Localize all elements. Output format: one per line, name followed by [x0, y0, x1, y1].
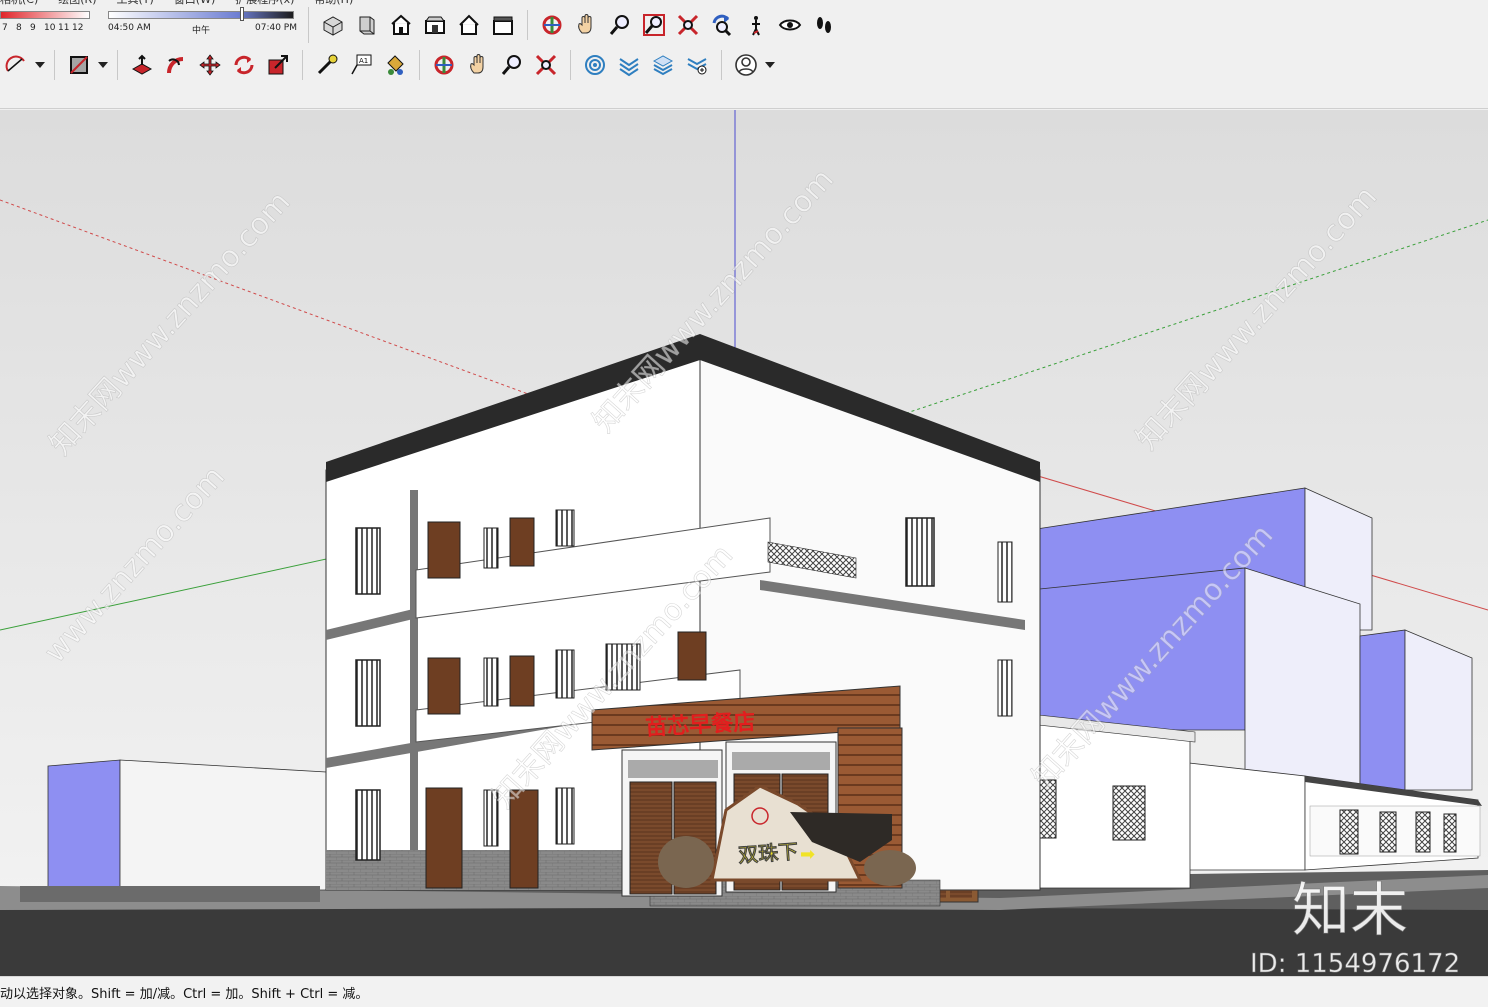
month-tick-label: 10	[44, 23, 56, 33]
iso-view-icon[interactable]	[317, 9, 349, 41]
status-bar: 动以选择对象。Shift = 加/减。Ctrl = 加。Shift + Ctrl…	[0, 976, 1488, 1007]
follow-me-icon[interactable]	[160, 49, 192, 81]
time-slider-thumb[interactable]	[240, 7, 244, 21]
arc-tool-icon[interactable]	[0, 49, 32, 81]
month-slider[interactable]	[0, 11, 90, 19]
rock-sign-arrow-icon: ➡	[800, 844, 815, 865]
top-view-icon[interactable]	[351, 9, 383, 41]
toolbar-separator	[117, 50, 118, 80]
zoom-icon-2[interactable]	[496, 49, 528, 81]
rectangle-dropdown-chevron-icon[interactable]	[97, 49, 109, 81]
left-view-icon[interactable]	[487, 9, 519, 41]
position-camera-icon[interactable]	[740, 9, 772, 41]
zoom-window-icon[interactable]	[638, 9, 670, 41]
move-icon[interactable]	[194, 49, 226, 81]
previous-view-icon[interactable]	[706, 9, 738, 41]
toolbar-separator	[54, 50, 55, 80]
outliner-icon[interactable]	[681, 49, 713, 81]
arc-dropdown-chevron-icon[interactable]	[34, 49, 46, 81]
walk-icon[interactable]	[808, 9, 840, 41]
front-view-icon[interactable]	[385, 9, 417, 41]
user-account-icon[interactable]	[730, 49, 762, 81]
push-pull-icon[interactable]	[126, 49, 158, 81]
month-tick-label: 12	[72, 23, 84, 33]
toolbar-area: 7 8 9 10 11 12 04:50 AM 中午 07:40 PM A1	[0, 5, 1488, 109]
toolbar-separator	[721, 50, 722, 80]
month-tick-label: 8	[16, 23, 22, 33]
section-display-icon[interactable]	[613, 49, 645, 81]
toolbar-separator	[527, 10, 528, 40]
orbit-icon[interactable]	[536, 9, 568, 41]
status-message: 动以选择对象。Shift = 加/减。Ctrl = 加。Shift + Ctrl…	[0, 987, 369, 1002]
views-camera-toolbar	[308, 7, 840, 43]
tape-measure-icon[interactable]	[311, 49, 343, 81]
time-slider[interactable]	[108, 11, 294, 19]
paint-bucket-icon[interactable]	[379, 49, 411, 81]
toolbar-separator	[419, 50, 420, 80]
svg-text:A1: A1	[359, 57, 368, 65]
scale-icon[interactable]	[262, 49, 294, 81]
layers-icon[interactable]	[647, 49, 679, 81]
pan-icon-2[interactable]	[462, 49, 494, 81]
model-scene[interactable]: 苗芯早餐店 双珠下 ➡ 知末网www.znzmo.com 知末网www.znzm…	[0, 110, 1488, 976]
month-tick-label: 9	[30, 23, 36, 33]
left-neighbor-block	[47, 759, 327, 891]
back-view-icon[interactable]	[453, 9, 485, 41]
time-mid-label: 中午	[192, 26, 211, 36]
rotate-icon[interactable]	[228, 49, 260, 81]
rock-sign-text: 双珠下	[737, 839, 799, 867]
zoom-extents-icon[interactable]	[672, 9, 704, 41]
toolbar-separator	[570, 50, 571, 80]
zoom-icon[interactable]	[604, 9, 636, 41]
right-view-icon[interactable]	[419, 9, 451, 41]
toolbar-separator	[302, 50, 303, 80]
rectangle-tool-icon[interactable]	[63, 49, 95, 81]
text-tool-icon[interactable]: A1	[345, 49, 377, 81]
month-tick-label: 7	[2, 23, 8, 33]
shadow-settings-panel: 7 8 9 10 11 12 04:50 AM 中午 07:40 PM	[0, 5, 305, 45]
account-dropdown-chevron-icon[interactable]	[764, 49, 776, 81]
orbit-icon-2[interactable]	[428, 49, 460, 81]
model-viewport[interactable]: 苗芯早餐店 双珠下 ➡ 知末网www.znzmo.com 知末网www.znzm…	[0, 110, 1488, 976]
pan-icon[interactable]	[570, 9, 602, 41]
section-plane-icon[interactable]	[579, 49, 611, 81]
time-end-label: 07:40 PM	[255, 23, 297, 33]
zoom-extents-icon-2[interactable]	[530, 49, 562, 81]
brand-logo: 知末	[1292, 876, 1408, 944]
look-around-icon[interactable]	[774, 9, 806, 41]
time-start-label: 04:50 AM	[108, 23, 151, 33]
brand-id-label: ID: 1154976172	[1250, 949, 1460, 976]
drawing-edit-toolbar: A1	[0, 47, 776, 83]
left-steps	[20, 886, 320, 902]
sketchup-window: 相机(C)绘图(R)工具(T)窗口(W)扩展程序(x)帮助(H) 7891011…	[0, 0, 1488, 1007]
month-tick-label: 11	[58, 23, 70, 33]
